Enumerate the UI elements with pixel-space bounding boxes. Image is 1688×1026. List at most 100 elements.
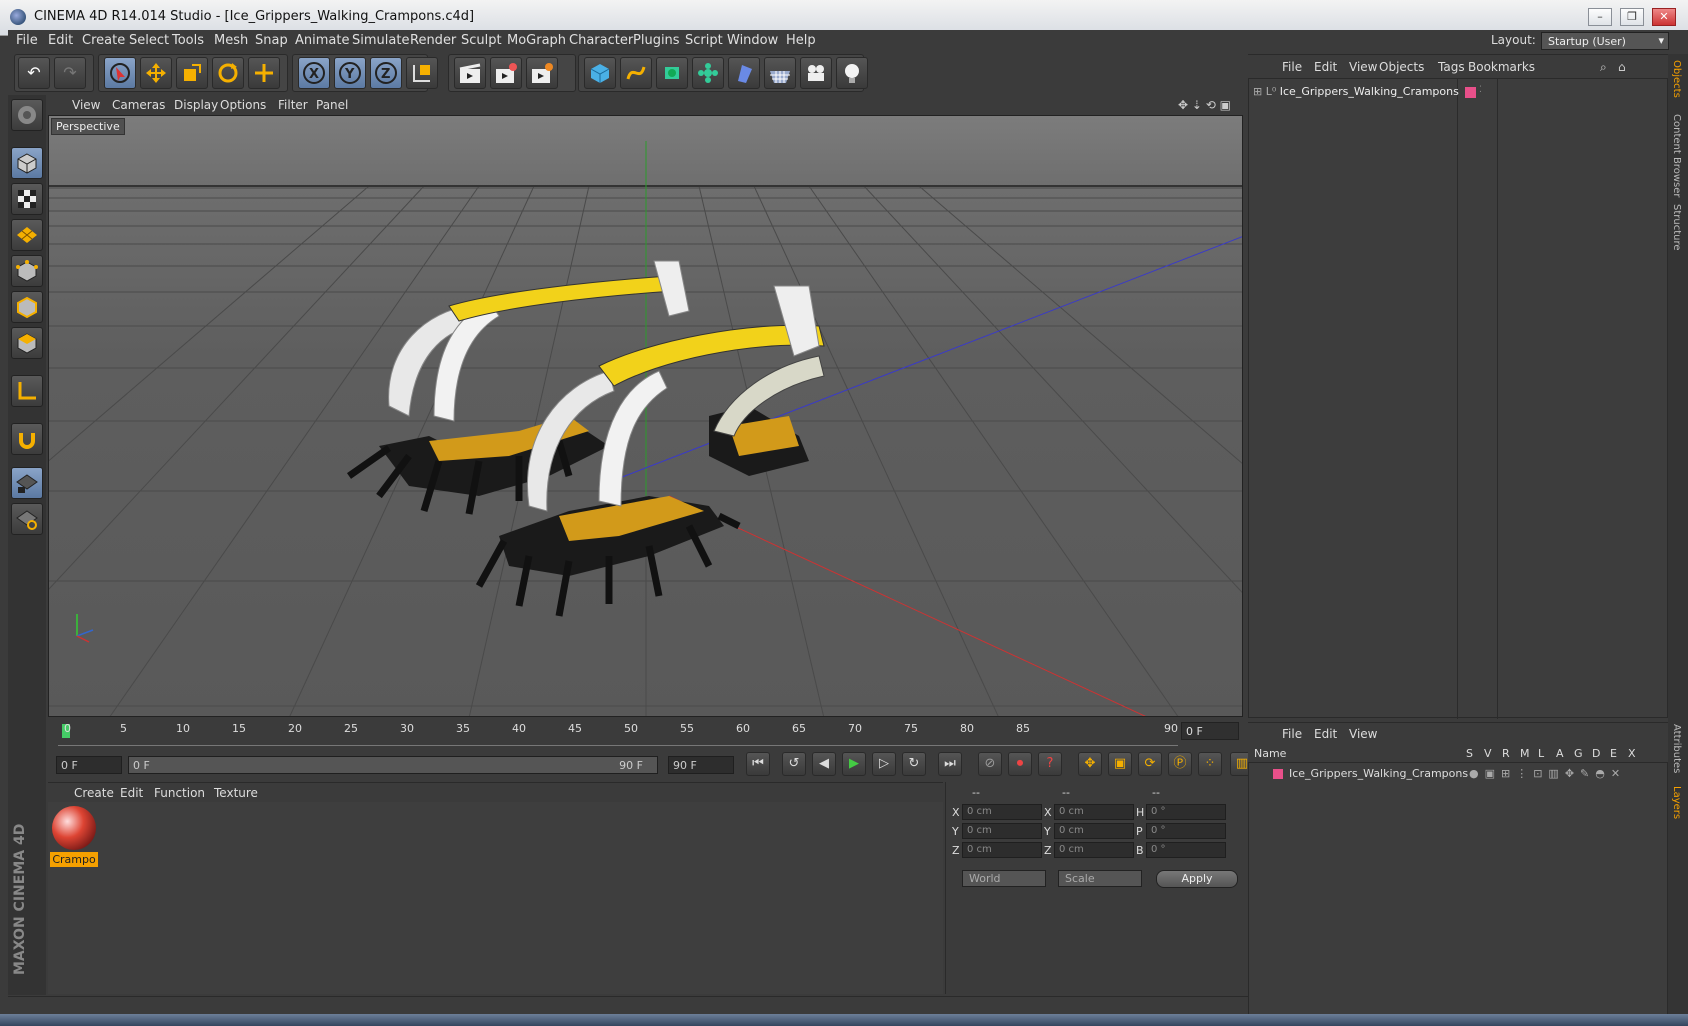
make-editable-icon[interactable] bbox=[11, 99, 43, 131]
render-to-picture-viewer-icon[interactable] bbox=[490, 57, 522, 89]
pos-x-field[interactable]: 0 cm bbox=[962, 804, 1042, 820]
undo-icon[interactable]: ↶ bbox=[18, 57, 50, 89]
pos-y-field[interactable]: 0 cm bbox=[962, 823, 1042, 839]
redo-icon[interactable]: ↷ bbox=[54, 57, 86, 89]
light-icon[interactable] bbox=[836, 57, 868, 89]
size-y-field[interactable]: 0 cm bbox=[1054, 823, 1134, 839]
x-axis-lock-icon[interactable]: X bbox=[298, 57, 330, 89]
environment-floor-icon[interactable] bbox=[764, 57, 796, 89]
coordinate-system-icon[interactable] bbox=[406, 57, 438, 89]
maximize-button[interactable]: ❐ bbox=[1620, 8, 1644, 26]
menu-file[interactable]: File bbox=[16, 33, 38, 48]
layer-color-swatch[interactable] bbox=[1273, 769, 1283, 779]
workplane-mode-icon[interactable] bbox=[11, 219, 43, 251]
previous-frame-icon[interactable]: ◀ bbox=[812, 752, 836, 776]
current-frame-field[interactable]: 0 F bbox=[1181, 722, 1239, 740]
size-mode-dropdown[interactable]: Scale bbox=[1058, 870, 1142, 887]
objects-menu-tags[interactable]: Tags bbox=[1438, 60, 1465, 74]
menu-mograph[interactable]: MoGraph bbox=[507, 33, 566, 48]
layers-menu-edit[interactable]: Edit bbox=[1314, 727, 1337, 741]
objects-menu-file[interactable]: File bbox=[1282, 60, 1302, 74]
scale-icon[interactable] bbox=[176, 57, 208, 89]
menu-sculpt[interactable]: Sculpt bbox=[461, 33, 502, 48]
record-active-objects-icon[interactable]: ⊘ bbox=[978, 752, 1002, 776]
menu-plugins[interactable]: Plugins bbox=[633, 33, 680, 48]
material-menu-create[interactable]: Create bbox=[74, 786, 114, 800]
tab-objects[interactable]: Objects bbox=[1671, 60, 1682, 98]
array-icon[interactable] bbox=[692, 57, 724, 89]
search-icon[interactable]: ⌕ bbox=[1600, 60, 1607, 75]
viewport-menu-cameras[interactable]: Cameras bbox=[112, 98, 165, 112]
nurbs-icon[interactable] bbox=[656, 57, 688, 89]
cube-icon[interactable] bbox=[584, 57, 616, 89]
play-icon[interactable]: ▶ bbox=[842, 752, 866, 776]
object-name[interactable]: Ice_Grippers_Walking_Crampons bbox=[1280, 85, 1459, 98]
viewport-menu-view[interactable]: View bbox=[72, 98, 100, 112]
material-menu-texture[interactable]: Texture bbox=[214, 786, 258, 800]
material-menu-function[interactable]: Function bbox=[154, 786, 205, 800]
next-frame-icon[interactable]: ▷ bbox=[872, 752, 896, 776]
tab-structure[interactable]: Structure bbox=[1671, 204, 1682, 251]
layer-row[interactable]: Ice_Grippers_Walking_Crampons ●▣⊞⋮⊡▥✥✎◓✕ bbox=[1255, 767, 1663, 783]
objects-menu-bookmarks[interactable]: Bookmarks bbox=[1468, 60, 1535, 74]
autokeying-icon[interactable]: ⏺ bbox=[1008, 752, 1032, 776]
move-icon[interactable] bbox=[140, 57, 172, 89]
expand-icon[interactable]: ⊞ bbox=[1253, 85, 1262, 98]
spline-icon[interactable] bbox=[620, 57, 652, 89]
tab-attributes[interactable]: Attributes bbox=[1671, 724, 1682, 773]
point-level-animation-icon[interactable]: ⁘ bbox=[1198, 752, 1222, 776]
viewport-menu-panel[interactable]: Panel bbox=[316, 98, 348, 112]
rotation-key-icon[interactable]: ⟳ bbox=[1138, 752, 1162, 776]
parameter-key-icon[interactable]: Ⓟ bbox=[1168, 752, 1192, 776]
previous-key-icon[interactable]: ↺ bbox=[782, 752, 806, 776]
menu-character[interactable]: Character bbox=[569, 33, 633, 48]
menu-help[interactable]: Help bbox=[786, 33, 816, 48]
timeline-ruler[interactable]: 0 5 10 15 20 25 30 35 40 45 50 55 60 65 … bbox=[58, 722, 1178, 746]
visibility-dots-icon[interactable]: ⁚ bbox=[1479, 85, 1482, 95]
position-key-icon[interactable]: ✥ bbox=[1078, 752, 1102, 776]
axis-mode-icon[interactable] bbox=[11, 375, 43, 407]
z-axis-lock-icon[interactable]: Z bbox=[370, 57, 402, 89]
points-mode-icon[interactable] bbox=[11, 255, 43, 287]
close-button[interactable]: ✕ bbox=[1652, 8, 1676, 26]
scale-key-icon[interactable]: ▣ bbox=[1108, 752, 1132, 776]
go-to-start-icon[interactable]: ⏮ bbox=[746, 752, 770, 776]
layer-name[interactable]: Ice_Grippers_Walking_Crampons bbox=[1289, 767, 1468, 780]
preview-max-field[interactable]: 90 F bbox=[668, 756, 734, 774]
menu-mesh[interactable]: Mesh bbox=[214, 33, 248, 48]
pos-z-field[interactable]: 0 cm bbox=[962, 842, 1042, 858]
rot-b-field[interactable]: 0 ° bbox=[1146, 842, 1226, 858]
edges-mode-icon[interactable] bbox=[11, 291, 43, 323]
coordinate-mode-dropdown[interactable]: World bbox=[962, 870, 1046, 887]
menu-window[interactable]: Window bbox=[727, 33, 778, 48]
planar-workplane-icon[interactable] bbox=[11, 503, 43, 535]
menu-edit[interactable]: Edit bbox=[48, 33, 73, 48]
menu-snap[interactable]: Snap bbox=[255, 33, 288, 48]
tab-content-browser[interactable]: Content Browser bbox=[1671, 114, 1682, 197]
objects-menu-objects[interactable]: Objects bbox=[1379, 60, 1424, 74]
menu-animate[interactable]: Animate bbox=[295, 33, 349, 48]
render-settings-icon[interactable] bbox=[526, 57, 558, 89]
deformer-icon[interactable] bbox=[728, 57, 760, 89]
rot-p-field[interactable]: 0 ° bbox=[1146, 823, 1226, 839]
menu-render[interactable]: Render bbox=[410, 33, 456, 48]
perspective-viewport[interactable]: Perspective bbox=[48, 115, 1243, 717]
viewport-menu-display[interactable]: Display bbox=[174, 98, 218, 112]
snap-icon[interactable] bbox=[11, 423, 43, 455]
layer-color-swatch[interactable] bbox=[1465, 87, 1476, 98]
preview-min-field[interactable]: 0 F bbox=[56, 756, 122, 774]
layout-dropdown[interactable]: Startup (User) bbox=[1541, 32, 1669, 50]
size-x-field[interactable]: 0 cm bbox=[1054, 804, 1134, 820]
menu-script[interactable]: Script bbox=[685, 33, 723, 48]
objects-menu-edit[interactable]: Edit bbox=[1314, 60, 1337, 74]
render-view-icon[interactable] bbox=[454, 57, 486, 89]
menu-select[interactable]: Select bbox=[129, 33, 169, 48]
object-row[interactable]: ⊞ L⁰ Ice_Grippers_Walking_Crampons ⁚ bbox=[1253, 85, 1663, 101]
layers-menu-view[interactable]: View bbox=[1349, 727, 1377, 741]
camera-icon[interactable] bbox=[800, 57, 832, 89]
minimize-button[interactable]: – bbox=[1588, 8, 1612, 26]
next-key-icon[interactable]: ↻ bbox=[902, 752, 926, 776]
home-icon[interactable]: ⌂ bbox=[1618, 60, 1626, 74]
size-z-field[interactable]: 0 cm bbox=[1054, 842, 1134, 858]
live-selection-icon[interactable] bbox=[104, 57, 136, 89]
